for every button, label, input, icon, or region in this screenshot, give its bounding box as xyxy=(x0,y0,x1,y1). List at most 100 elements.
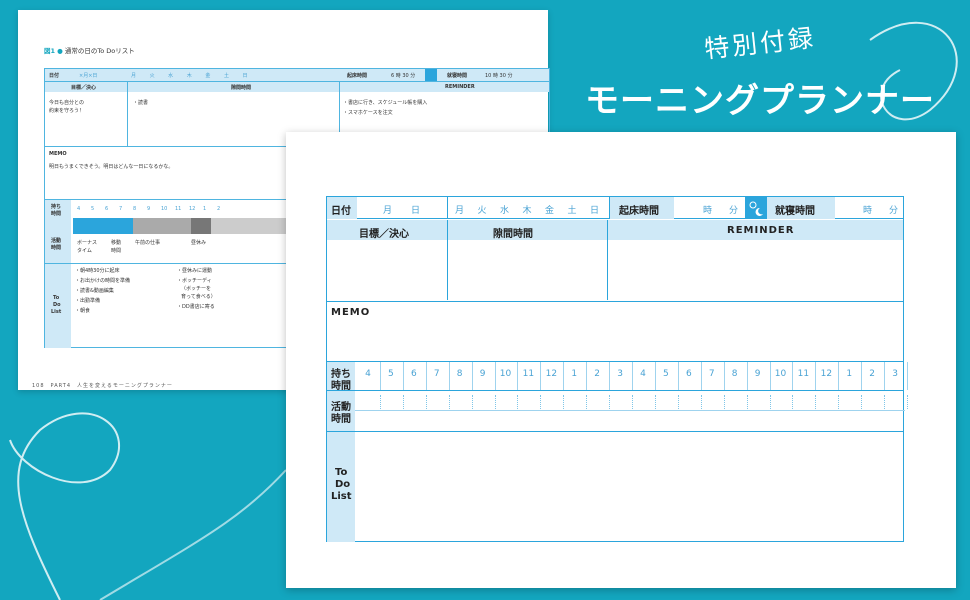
sample-todo-label: To xyxy=(53,295,60,301)
sample-hour-label: 5 xyxy=(91,206,95,212)
sample-hour-label: 7 xyxy=(119,206,123,212)
sample-todo-label: Do xyxy=(53,302,61,308)
activity-text: 昼休み xyxy=(191,240,207,246)
sample-hour-label: 8 xyxy=(133,206,137,212)
sample-activity-label2: 時間 xyxy=(51,245,62,251)
activity-bar-lunch xyxy=(191,218,211,234)
hour-label: 4 xyxy=(365,369,371,379)
hour-label: 5 xyxy=(388,369,394,379)
activity-tick xyxy=(838,395,840,409)
divider xyxy=(607,220,608,300)
todo-item: ・読書&動画編集 xyxy=(75,288,114,294)
todo-item: ・ボッチーディ xyxy=(177,278,212,284)
hour-label: 3 xyxy=(892,369,898,379)
sample-goal-header: 目標／決心 xyxy=(71,85,97,91)
activity-tick xyxy=(402,395,404,409)
activity-tick xyxy=(723,395,725,409)
sample-hour-label: 10 xyxy=(161,206,168,212)
todo-item: ・昼休みに運動 xyxy=(177,268,213,274)
wake-hour-unit: 時 xyxy=(703,206,714,216)
hour-label: 11 xyxy=(522,369,535,379)
activity-label: 時間 xyxy=(331,414,351,425)
sample-hour-label: 11 xyxy=(175,206,182,212)
divider xyxy=(327,390,903,391)
sample-wake-value: 6 時 30 分 xyxy=(391,73,416,79)
activity-text: ボーナス xyxy=(77,240,98,246)
sample-date-row xyxy=(45,69,549,82)
todo-item: 育って食べる） xyxy=(181,294,216,300)
sleep-hour-unit: 時 xyxy=(863,206,874,216)
gap-header: 隙間時間 xyxy=(493,229,533,240)
weekday-1[interactable]: 火 xyxy=(478,203,488,216)
activity-tick xyxy=(540,395,542,409)
hour-label: 4 xyxy=(640,369,646,379)
figure-title: 通常の日のTo Doリスト xyxy=(64,47,135,55)
sample-hour-label: 9 xyxy=(147,206,151,212)
hour-label: 11 xyxy=(797,369,810,379)
hour-label: 6 xyxy=(410,369,417,379)
hour-label: 10 xyxy=(774,369,787,379)
activity-tick xyxy=(861,395,863,409)
todo-label: List xyxy=(331,491,352,502)
activity-text: 移動 xyxy=(111,240,122,246)
activity-tick xyxy=(815,395,817,409)
divider xyxy=(327,361,903,362)
activity-tick xyxy=(563,395,565,409)
activity-tick xyxy=(448,395,450,409)
hour-label: 9 xyxy=(479,369,486,379)
weekday-4[interactable]: 金 xyxy=(545,203,555,216)
sample-reminder-line1: ・書店に行き、スケジュール帳を購入 xyxy=(343,100,428,106)
todo-item: ・出勤準備 xyxy=(75,298,101,304)
todo-label: To xyxy=(335,467,348,478)
weekday-5[interactable]: 土 xyxy=(568,203,578,216)
activity-text: 午前の仕事 xyxy=(135,240,161,246)
sample-weekdays: 月 火 水 木 金 土 日 xyxy=(131,73,254,79)
weekday-6[interactable]: 日 xyxy=(590,203,600,216)
todo-item: ・朝4時30分に起床 xyxy=(75,268,120,274)
weekday-2[interactable]: 水 xyxy=(500,203,510,216)
activity-text: 時間 xyxy=(111,248,122,254)
sample-memo-label: MEMO xyxy=(49,151,67,157)
sample-memo-text: 明日もうまくできそう。明日はどんな一日になるかな。 xyxy=(49,164,174,170)
sample-date-value: ×月×日 xyxy=(79,73,98,79)
sample-goal-line1: 今日も自分との xyxy=(49,100,84,106)
hour-label: 8 xyxy=(456,369,463,379)
activity-tick xyxy=(792,395,794,409)
memo-label: MEMO xyxy=(331,307,371,318)
sample-hours-label2: 時間 xyxy=(51,211,62,217)
activity-text: タイム xyxy=(77,248,92,254)
activity-tick xyxy=(632,395,633,409)
planner-page: 日付 月 日 月火水木金土日 起床時間 時 分 就寝時間 時 分 目標／決心 隙… xyxy=(286,132,956,588)
day-unit: 日 xyxy=(411,206,422,216)
hour-label: 9 xyxy=(754,369,761,379)
hour-label: 5 xyxy=(663,369,669,379)
hour-label: 12 xyxy=(545,369,558,379)
activity-midline xyxy=(355,410,905,411)
sample-todo-label: List xyxy=(51,309,62,315)
todo-label: Do xyxy=(335,479,351,490)
sample-sleep-label: 就寝時間 xyxy=(447,73,468,79)
hour-label: 1 xyxy=(571,369,578,379)
hour-label: 2 xyxy=(869,369,876,379)
activity-tick xyxy=(494,395,496,409)
hour-label: 10 xyxy=(499,369,512,379)
weekday-0[interactable]: 月 xyxy=(455,203,465,216)
reminder-header: REMINDER xyxy=(727,225,795,236)
sample-reminder-line2: ・スマホケースを注文 xyxy=(343,110,393,116)
activity-tick xyxy=(769,395,771,409)
hour-label: 6 xyxy=(685,369,692,379)
sample-side-labels xyxy=(45,200,71,348)
title-main: モーニングプランナー xyxy=(585,81,935,121)
todo-item: ・朝食 xyxy=(75,308,91,314)
hour-label: 2 xyxy=(594,369,601,379)
divider xyxy=(447,220,448,300)
divider xyxy=(327,431,903,432)
sample-goal-line2: 約束を守ろう！ xyxy=(49,108,85,114)
bullet-icon: ● xyxy=(57,47,63,55)
section-header-row xyxy=(327,220,903,240)
sample-hour-label: 2 xyxy=(217,206,221,212)
sample-gap-text: ・読書 xyxy=(133,100,149,106)
sun-moon-icon xyxy=(425,69,437,81)
weekday-3[interactable]: 木 xyxy=(523,203,533,216)
activity-tick xyxy=(677,395,679,409)
